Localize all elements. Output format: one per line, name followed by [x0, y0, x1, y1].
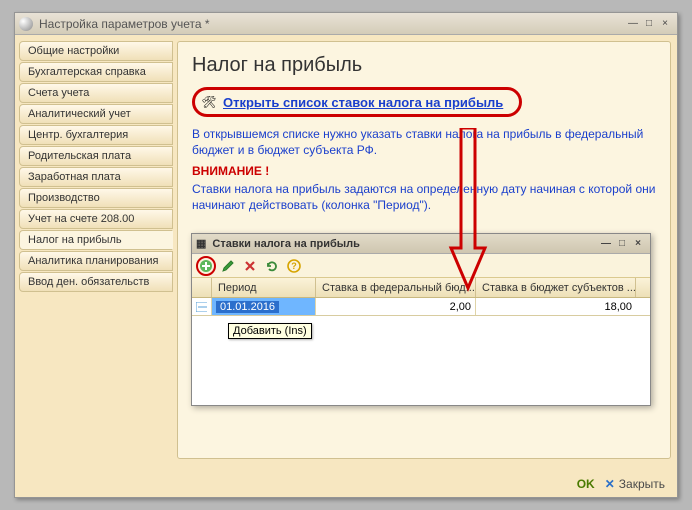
close-label: Закрыть [619, 477, 665, 491]
sidebar-item-parent-payment[interactable]: Родительская плата [19, 146, 173, 166]
rates-close-button[interactable]: × [630, 237, 646, 251]
sidebar-item-analytical[interactable]: Аналитический учет [19, 104, 173, 124]
tools-icon: 🛠 [201, 94, 217, 110]
row-icon [192, 298, 212, 315]
info-text-1: В открывшемся списке нужно указать ставк… [192, 127, 656, 158]
row-marker-icon [196, 302, 207, 312]
settings-window: Настройка параметров учета * — □ × Общие… [14, 12, 678, 498]
delete-button[interactable] [240, 256, 260, 276]
plus-icon [199, 259, 213, 273]
close-x-icon: ✕ [605, 477, 615, 491]
close-button[interactable]: × [657, 17, 673, 31]
question-icon: ? [287, 259, 301, 273]
main-panel: Налог на прибыль 🛠 Открыть список ставок… [177, 41, 671, 459]
rates-minimize-button[interactable]: — [598, 237, 614, 251]
sidebar-item-general[interactable]: Общие настройки [19, 41, 173, 61]
col-icon[interactable] [192, 278, 212, 297]
page-title: Налог на прибыль [192, 54, 656, 77]
open-rates-link[interactable]: Открыть список ставок налога на прибыль [223, 95, 503, 110]
pencil-icon [221, 259, 235, 273]
titlebar[interactable]: Настройка параметров учета * — □ × [15, 13, 677, 35]
cell-subject[interactable]: 18,00 [476, 298, 636, 315]
sidebar-item-salary[interactable]: Заработная плата [19, 167, 173, 187]
rates-toolbar: ? [192, 254, 650, 278]
spreadsheet-icon: ▦ [196, 237, 206, 250]
sidebar-item-planning-analytics[interactable]: Аналитика планирования [19, 251, 173, 271]
attention-label: ВНИМАНИЕ ! [192, 164, 656, 178]
col-subject[interactable]: Ставка в бюджет субъектов ... [476, 278, 636, 297]
sidebar-item-accounting-ref[interactable]: Бухгалтерская справка [19, 62, 173, 82]
col-period[interactable]: Период [212, 278, 316, 297]
minimize-button[interactable]: — [625, 17, 641, 31]
refresh-icon [265, 259, 279, 273]
cell-period[interactable]: 01.01.2016 [212, 298, 316, 315]
rates-titlebar[interactable]: ▦ Ставки налога на прибыль — □ × [192, 234, 650, 254]
ok-button[interactable]: OK [577, 477, 595, 491]
footer-buttons: OK ✕ Закрыть [577, 477, 665, 491]
refresh-button[interactable] [262, 256, 282, 276]
app-icon [19, 17, 33, 31]
rates-window-title: Ставки налога на прибыль [212, 238, 360, 250]
window-title: Настройка параметров учета * [39, 17, 625, 31]
sidebar-item-accounts[interactable]: Счета учета [19, 83, 173, 103]
callout-arrow-icon [445, 128, 491, 308]
edit-button[interactable] [218, 256, 238, 276]
sidebar-item-central-accounting[interactable]: Центр. бухгалтерия [19, 125, 173, 145]
sidebar-item-account-208[interactable]: Учет на счете 208.00 [19, 209, 173, 229]
svg-text:?: ? [291, 261, 297, 271]
sidebar-item-profit-tax[interactable]: Налог на прибыль [19, 230, 173, 250]
rates-window: ▦ Ставки налога на прибыль — □ × [191, 233, 651, 406]
sidebar-item-production[interactable]: Производство [19, 188, 173, 208]
add-button[interactable] [196, 256, 216, 276]
help-button[interactable]: ? [284, 256, 304, 276]
sidebar-item-money-obligations[interactable]: Ввод ден. обязательств [19, 272, 173, 292]
info-text-2: Ставки налога на прибыль задаются на опр… [192, 182, 656, 213]
rates-table: Добавить (Ins) Период Ставка в федеральн… [192, 278, 650, 316]
table-row[interactable]: 01.01.2016 2,00 18,00 [192, 298, 650, 316]
sidebar: Общие настройки Бухгалтерская справка Сч… [15, 35, 177, 465]
close-window-button[interactable]: ✕ Закрыть [605, 477, 665, 491]
highlighted-link-callout: 🛠 Открыть список ставок налога на прибыл… [192, 87, 522, 117]
rates-maximize-button[interactable]: □ [614, 237, 630, 251]
add-tooltip: Добавить (Ins) [228, 323, 312, 339]
x-icon [244, 260, 256, 272]
maximize-button[interactable]: □ [641, 17, 657, 31]
